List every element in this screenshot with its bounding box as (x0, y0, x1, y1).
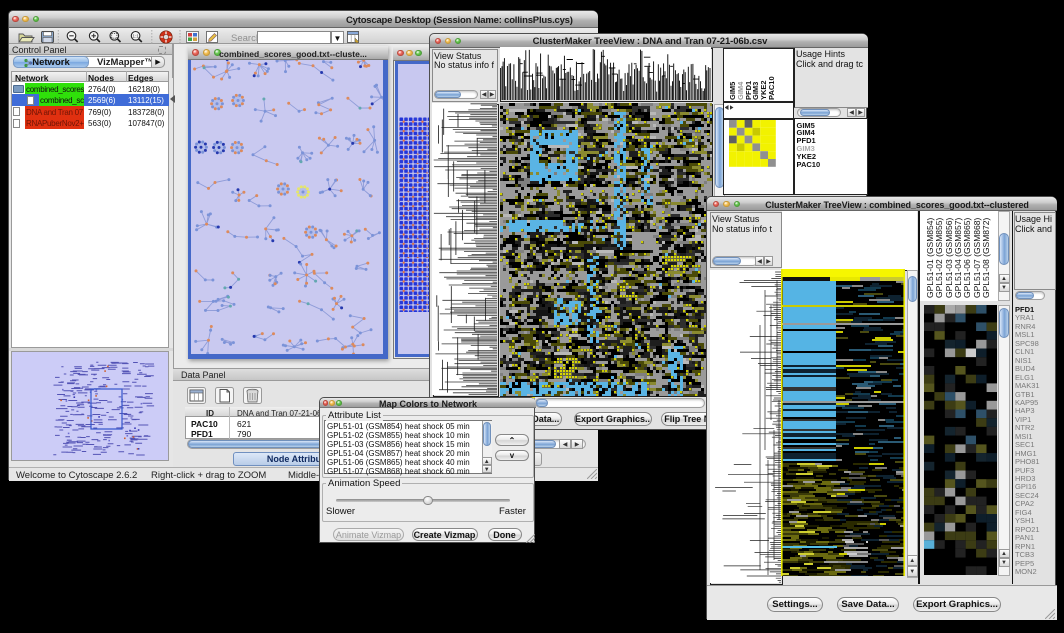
svg-text:1:1: 1:1 (132, 34, 139, 39)
